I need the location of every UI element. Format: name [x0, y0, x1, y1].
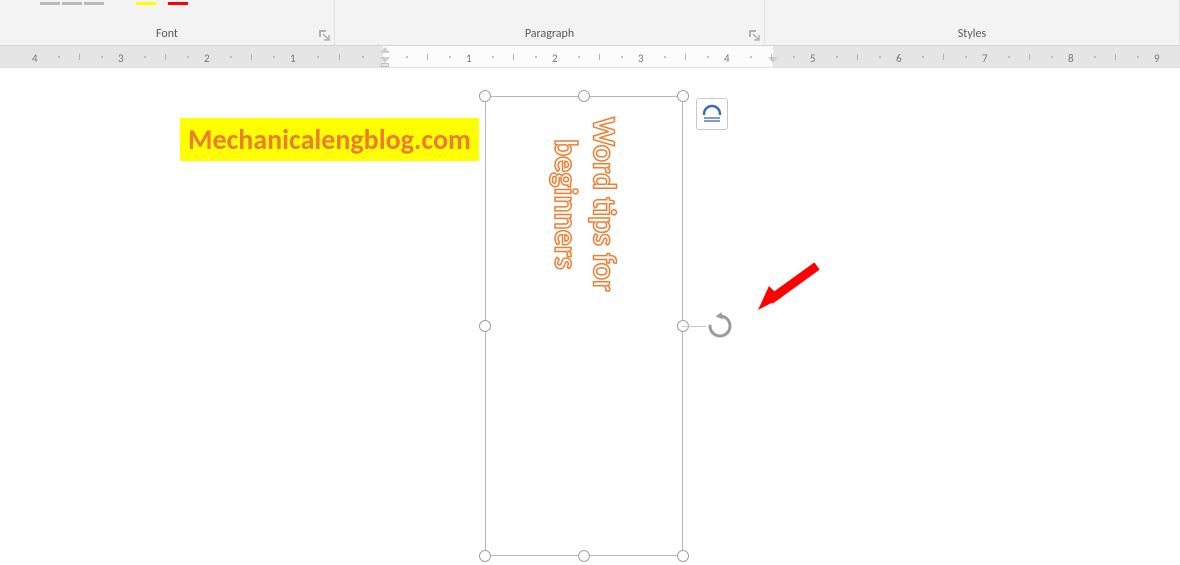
- resize-handle-bottom-middle[interactable]: [578, 550, 590, 562]
- resize-handle-bottom-right[interactable]: [677, 550, 689, 562]
- annotation-arrow: [755, 258, 825, 313]
- watermark-overlay: Mechanicalengblog.com: [180, 118, 479, 161]
- resize-handle-top-right[interactable]: [677, 90, 689, 102]
- resize-handle-top-left[interactable]: [479, 90, 491, 102]
- ribbon-group-styles-label: Styles: [958, 27, 986, 41]
- layout-options-button[interactable]: [696, 98, 728, 130]
- ribbon-group-font-label: Font: [156, 27, 178, 41]
- ribbon-group-paragraph-label: Paragraph: [525, 27, 574, 41]
- right-indent-marker[interactable]: [768, 57, 778, 63]
- text-box-content[interactable]: Word tips for beginners: [546, 117, 623, 291]
- selected-text-box[interactable]: Word tips for beginners: [485, 96, 683, 556]
- ribbon-group-font: Font: [0, 0, 335, 45]
- font-dialog-launcher[interactable]: [317, 28, 331, 42]
- resize-handle-middle-left[interactable]: [479, 320, 491, 332]
- resize-handle-bottom-left[interactable]: [479, 550, 491, 562]
- ruler-right-margin: [773, 46, 1180, 67]
- left-indent-marker[interactable]: [380, 46, 392, 68]
- horizontal-ruler[interactable]: 4 3 2 1 1 2 3 4 5 6 7 8 9 // We'll injec…: [0, 46, 1180, 68]
- ribbon-group-styles: Styles: [765, 0, 1180, 45]
- document-canvas[interactable]: Mechanicalengblog.com Word tips for begi…: [0, 68, 1180, 565]
- rotate-connector: [682, 326, 706, 327]
- rotate-handle[interactable]: [706, 312, 734, 340]
- resize-handle-top-middle[interactable]: [578, 90, 590, 102]
- ribbon-group-paragraph: Paragraph: [335, 0, 765, 45]
- paragraph-dialog-launcher[interactable]: [747, 28, 761, 42]
- ribbon-group-labels: Font Paragraph Styles: [0, 0, 1180, 46]
